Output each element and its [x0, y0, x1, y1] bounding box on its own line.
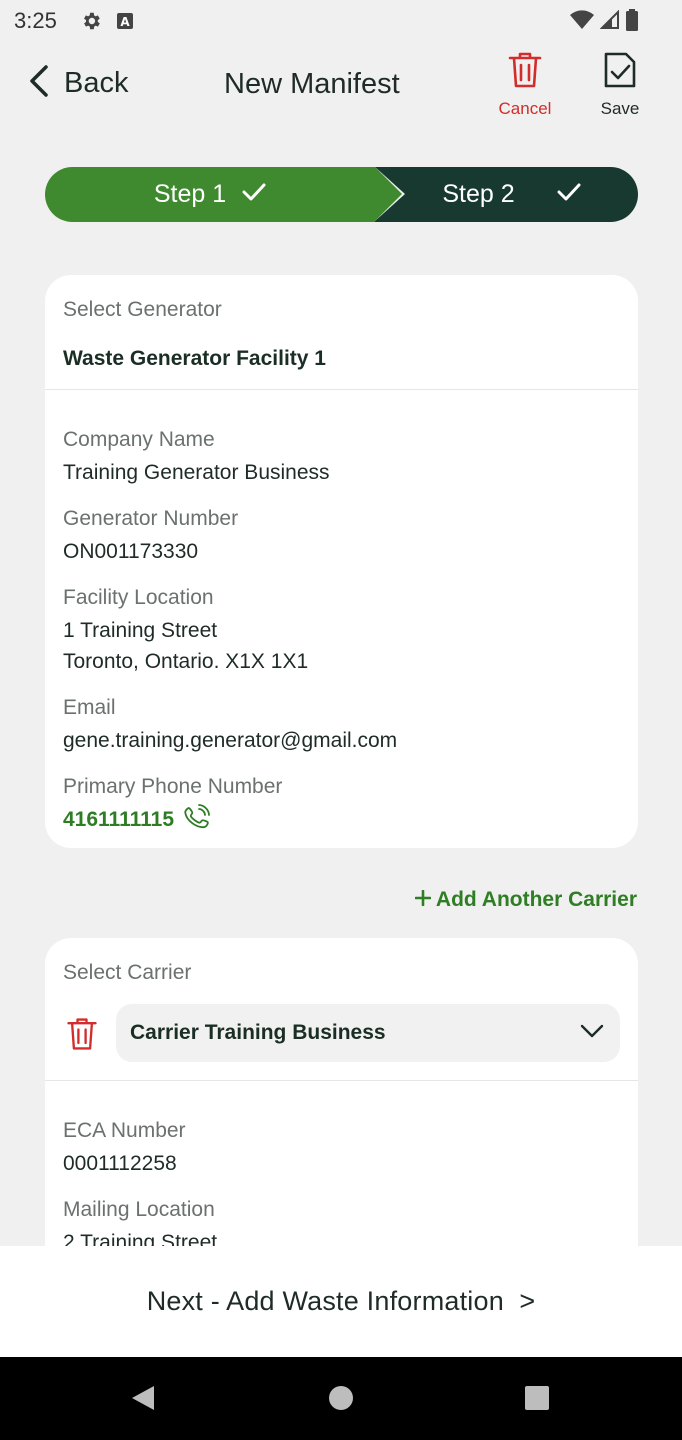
add-carrier-label: Add Another Carrier	[435, 888, 637, 911]
divider	[45, 389, 638, 390]
page-title: New Manifest	[224, 68, 400, 100]
facility-location-field: Facility Location 1 Training Street Toro…	[63, 585, 308, 677]
nav-back-icon[interactable]	[130, 1384, 156, 1417]
select-generator-label: Select Generator	[63, 298, 222, 321]
save-label: Save	[600, 99, 640, 118]
facility-location-label: Facility Location	[63, 586, 214, 609]
carrier-select-dropdown[interactable]: Carrier Training Business	[116, 1004, 620, 1062]
checkmark-icon	[557, 180, 581, 209]
back-label: Back	[64, 67, 129, 99]
step-1-tab[interactable]: Step 1	[45, 167, 402, 222]
settings-gear-icon	[80, 10, 102, 37]
status-time: 3:25	[14, 8, 57, 33]
back-button[interactable]: Back	[28, 64, 128, 103]
phone-call-icon	[184, 804, 210, 835]
divider	[45, 1080, 638, 1081]
phone-label: Primary Phone Number	[63, 775, 283, 798]
generator-card: Select Generator Waste Generator Facilit…	[45, 275, 638, 848]
generator-number-value: ON001173330	[63, 540, 199, 563]
cancel-button[interactable]: Cancel	[490, 50, 560, 119]
email-label: Email	[63, 696, 116, 719]
next-button-label: Next - Add Waste Information >	[146, 1286, 536, 1316]
stepper: Step 2 Step 1	[45, 167, 638, 222]
phone-field: Primary Phone Number 4161111115	[63, 774, 282, 835]
nav-recents-icon[interactable]	[524, 1384, 550, 1417]
chevron-down-icon	[580, 1024, 604, 1043]
email-field: Email gene.training.generator@gmail.com	[63, 695, 397, 756]
save-button[interactable]: Save	[585, 50, 655, 119]
add-carrier-button[interactable]: Add Another Carrier	[414, 888, 637, 912]
step-1-label: Step 1	[153, 180, 227, 208]
eca-number-field: ECA Number 0001112258	[63, 1118, 186, 1179]
system-nav-bar	[0, 1357, 682, 1440]
trash-icon	[507, 50, 543, 95]
svg-text:A: A	[120, 15, 130, 29]
phone-value: 4161111115	[63, 807, 174, 831]
email-value[interactable]: gene.training.generator@gmail.com	[63, 725, 397, 756]
wifi-icon	[570, 10, 594, 35]
step-2-label: Step 2	[442, 180, 515, 208]
select-carrier-label: Select Carrier	[63, 961, 192, 984]
eca-number-value: 0001112258	[63, 1152, 177, 1175]
company-name-field: Company Name Training Generator Business	[63, 427, 330, 488]
delete-carrier-button[interactable]	[65, 1016, 99, 1057]
checkmark-icon	[242, 180, 266, 209]
facility-location-line2: Toronto, Ontario. X1X 1X1	[63, 650, 309, 673]
generator-number-field: Generator Number ON001173330	[63, 506, 238, 567]
status-bar: 3:25 A	[0, 0, 682, 44]
phone-link[interactable]: 4161111115	[63, 804, 282, 835]
cancel-label: Cancel	[498, 99, 552, 118]
next-button[interactable]: Next - Add Waste Information >	[0, 1246, 682, 1357]
generator-number-label: Generator Number	[63, 507, 239, 530]
chevron-left-icon	[28, 64, 50, 103]
company-name-value: Training Generator Business	[63, 461, 330, 484]
text-a-icon: A	[116, 12, 134, 35]
facility-location-line1: 1 Training Street	[63, 619, 218, 642]
selected-generator[interactable]: Waste Generator Facility 1	[63, 347, 326, 371]
mailing-location-label: Mailing Location	[63, 1198, 215, 1221]
selected-carrier: Carrier Training Business	[130, 1021, 386, 1044]
company-name-label: Company Name	[63, 428, 215, 451]
signal-icon	[599, 9, 620, 35]
trash-icon	[65, 1018, 99, 1056]
battery-icon	[626, 9, 638, 36]
nav-home-icon[interactable]	[328, 1384, 354, 1417]
plus-icon	[414, 888, 432, 912]
document-check-icon	[602, 50, 638, 95]
eca-number-label: ECA Number	[63, 1119, 186, 1142]
